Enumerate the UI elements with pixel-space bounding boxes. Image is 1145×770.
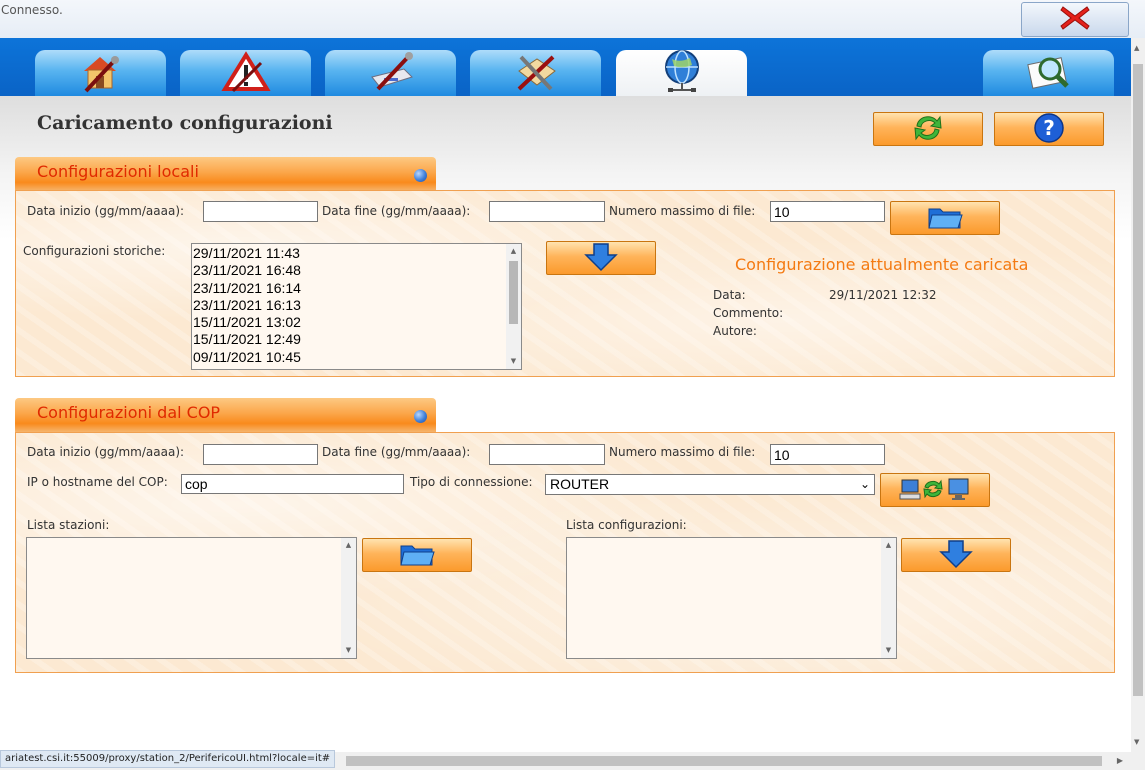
local-start-date-label: Data inizio (gg/mm/aaaa): <box>27 204 185 218</box>
list-item[interactable]: 15/11/2021 13:02 <box>192 314 301 331</box>
tab-alarms[interactable] <box>180 50 311 96</box>
local-configs-header: Configurazioni locali <box>15 157 436 191</box>
arrow-down-icon <box>583 242 619 275</box>
horizontal-scroll-thumb[interactable] <box>346 756 1102 766</box>
chevron-down-icon: ⌄ <box>859 477 870 491</box>
configs-list-label: Lista configurazioni: <box>566 518 687 532</box>
cop-configs-listbox[interactable]: ▲ ▼ <box>566 537 897 659</box>
folder-icon <box>926 203 964 234</box>
main-content: Caricamento configurazioni ? Configurazi… <box>0 96 1131 752</box>
current-date-label: Data: <box>713 288 746 302</box>
scroll-down-icon[interactable]: ▼ <box>1134 738 1139 746</box>
tab-search[interactable] <box>983 50 1114 96</box>
tab-home-config[interactable] <box>35 50 166 96</box>
scroll-up-icon[interactable]: ▲ <box>506 244 521 259</box>
list-item[interactable]: 23/11/2021 16:14 <box>192 280 301 297</box>
cop-host-label: IP o hostname del COP: <box>27 475 168 489</box>
scroll-up-icon[interactable]: ▲ <box>881 538 896 553</box>
cop-configs-title: Configurazioni dal COP <box>37 403 221 422</box>
connect-cop-button[interactable] <box>880 473 990 507</box>
status-bar: Connesso. <box>0 0 1145 38</box>
connection-type-label: Tipo di connessione: <box>410 475 533 489</box>
stations-listbox[interactable]: ▲ ▼ <box>26 537 357 659</box>
local-configs-panel: Data inizio (gg/mm/aaaa): Data fine (gg/… <box>15 190 1115 377</box>
local-start-date-input[interactable] <box>203 201 318 222</box>
page-scrollbar[interactable]: ▲ ▼ <box>1131 38 1145 752</box>
list-item[interactable]: 23/11/2021 16:13 <box>192 297 301 314</box>
local-configs-title: Configurazioni locali <box>37 162 199 181</box>
cop-configs-scrollbar[interactable]: ▲ ▼ <box>881 538 896 658</box>
cop-max-files-label: Numero massimo di file: <box>609 445 756 459</box>
cop-end-date-label: Data fine (gg/mm/aaaa): <box>322 445 471 459</box>
disk-wrench-icon <box>364 51 418 96</box>
scroll-right-icon[interactable]: ▶ <box>1117 756 1123 765</box>
stations-scrollbar[interactable]: ▲ ▼ <box>341 538 356 658</box>
local-end-date-input[interactable] <box>489 201 605 222</box>
tools-map-icon <box>509 51 563 96</box>
connection-status: Connesso. <box>1 3 63 17</box>
load-cop-config-button[interactable] <box>901 538 1011 572</box>
computer-sync-icon <box>899 475 971 506</box>
scroll-up-icon[interactable]: ▲ <box>1134 44 1139 52</box>
cop-host-input[interactable] <box>181 474 404 494</box>
connection-type-value: ROUTER <box>550 476 610 492</box>
current-config-title: Configurazione attualmente caricata <box>735 255 1029 274</box>
page-title: Caricamento configurazioni <box>37 112 333 134</box>
refresh-button[interactable] <box>873 112 983 146</box>
local-end-date-label: Data fine (gg/mm/aaaa): <box>322 204 471 218</box>
list-item[interactable]: 09/11/2021 10:45 <box>192 349 301 366</box>
current-author-label: Autore: <box>713 324 757 338</box>
refresh-icon <box>911 113 945 146</box>
cop-end-date-input[interactable] <box>489 444 605 465</box>
close-icon <box>1058 3 1092 36</box>
cop-configs-panel: Data inizio (gg/mm/aaaa): Data fine (gg/… <box>15 432 1115 673</box>
help-icon: ? <box>1032 112 1066 147</box>
current-comment-label: Commento: <box>713 306 784 320</box>
stations-list-label: Lista stazioni: <box>27 518 110 532</box>
history-listbox[interactable]: 29/11/2021 11:43 23/11/2021 16:48 23/11/… <box>191 243 522 370</box>
list-item[interactable]: 23/11/2021 16:48 <box>192 262 301 279</box>
local-browse-button[interactable] <box>890 201 1000 235</box>
collapse-dot-icon[interactable] <box>414 410 427 423</box>
tab-storage[interactable] <box>325 50 456 96</box>
collapse-dot-icon[interactable] <box>414 169 427 182</box>
help-button[interactable]: ? <box>994 112 1104 146</box>
local-max-files-label: Numero massimo di file: <box>609 204 756 218</box>
current-date-value: 29/11/2021 12:32 <box>829 288 937 302</box>
arrow-down-icon <box>938 539 974 572</box>
magnifier-icon <box>1022 51 1076 96</box>
history-scrollbar[interactable]: ▲ ▼ <box>506 244 521 369</box>
cop-start-date-label: Data inizio (gg/mm/aaaa): <box>27 445 185 459</box>
tab-configuration-network[interactable] <box>616 49 747 98</box>
house-wrench-icon <box>74 51 128 96</box>
cop-configs-header: Configurazioni dal COP <box>15 398 436 432</box>
warning-wrench-icon <box>219 50 273 96</box>
scroll-down-icon[interactable]: ▼ <box>506 354 521 369</box>
status-url: ariatest.csi.it:55009/proxy/station_2/Pe… <box>0 750 336 768</box>
scroll-down-icon[interactable]: ▼ <box>881 643 896 658</box>
load-local-config-button[interactable] <box>546 241 656 275</box>
scroll-down-icon[interactable]: ▼ <box>341 643 356 658</box>
cop-max-files-input[interactable] <box>770 444 885 465</box>
scroll-up-icon[interactable]: ▲ <box>341 538 356 553</box>
scroll-thumb[interactable] <box>509 261 518 324</box>
network-globe-icon <box>655 49 709 98</box>
local-max-files-input[interactable] <box>770 201 885 222</box>
list-item[interactable]: 29/11/2021 11:43 <box>192 245 301 262</box>
list-item[interactable]: 15/11/2021 12:49 <box>192 331 301 348</box>
load-stations-button[interactable] <box>362 538 472 572</box>
main-navigation <box>0 38 1131 96</box>
cop-start-date-input[interactable] <box>203 444 318 465</box>
folder-icon <box>398 540 436 571</box>
history-list-label: Configurazioni storiche: <box>23 244 166 258</box>
connection-type-select[interactable]: ROUTER ⌄ <box>545 474 875 495</box>
svg-text:?: ? <box>1043 116 1055 140</box>
page-scroll-thumb[interactable] <box>1133 64 1143 696</box>
close-button[interactable] <box>1021 2 1129 37</box>
tab-tools[interactable] <box>470 50 601 96</box>
